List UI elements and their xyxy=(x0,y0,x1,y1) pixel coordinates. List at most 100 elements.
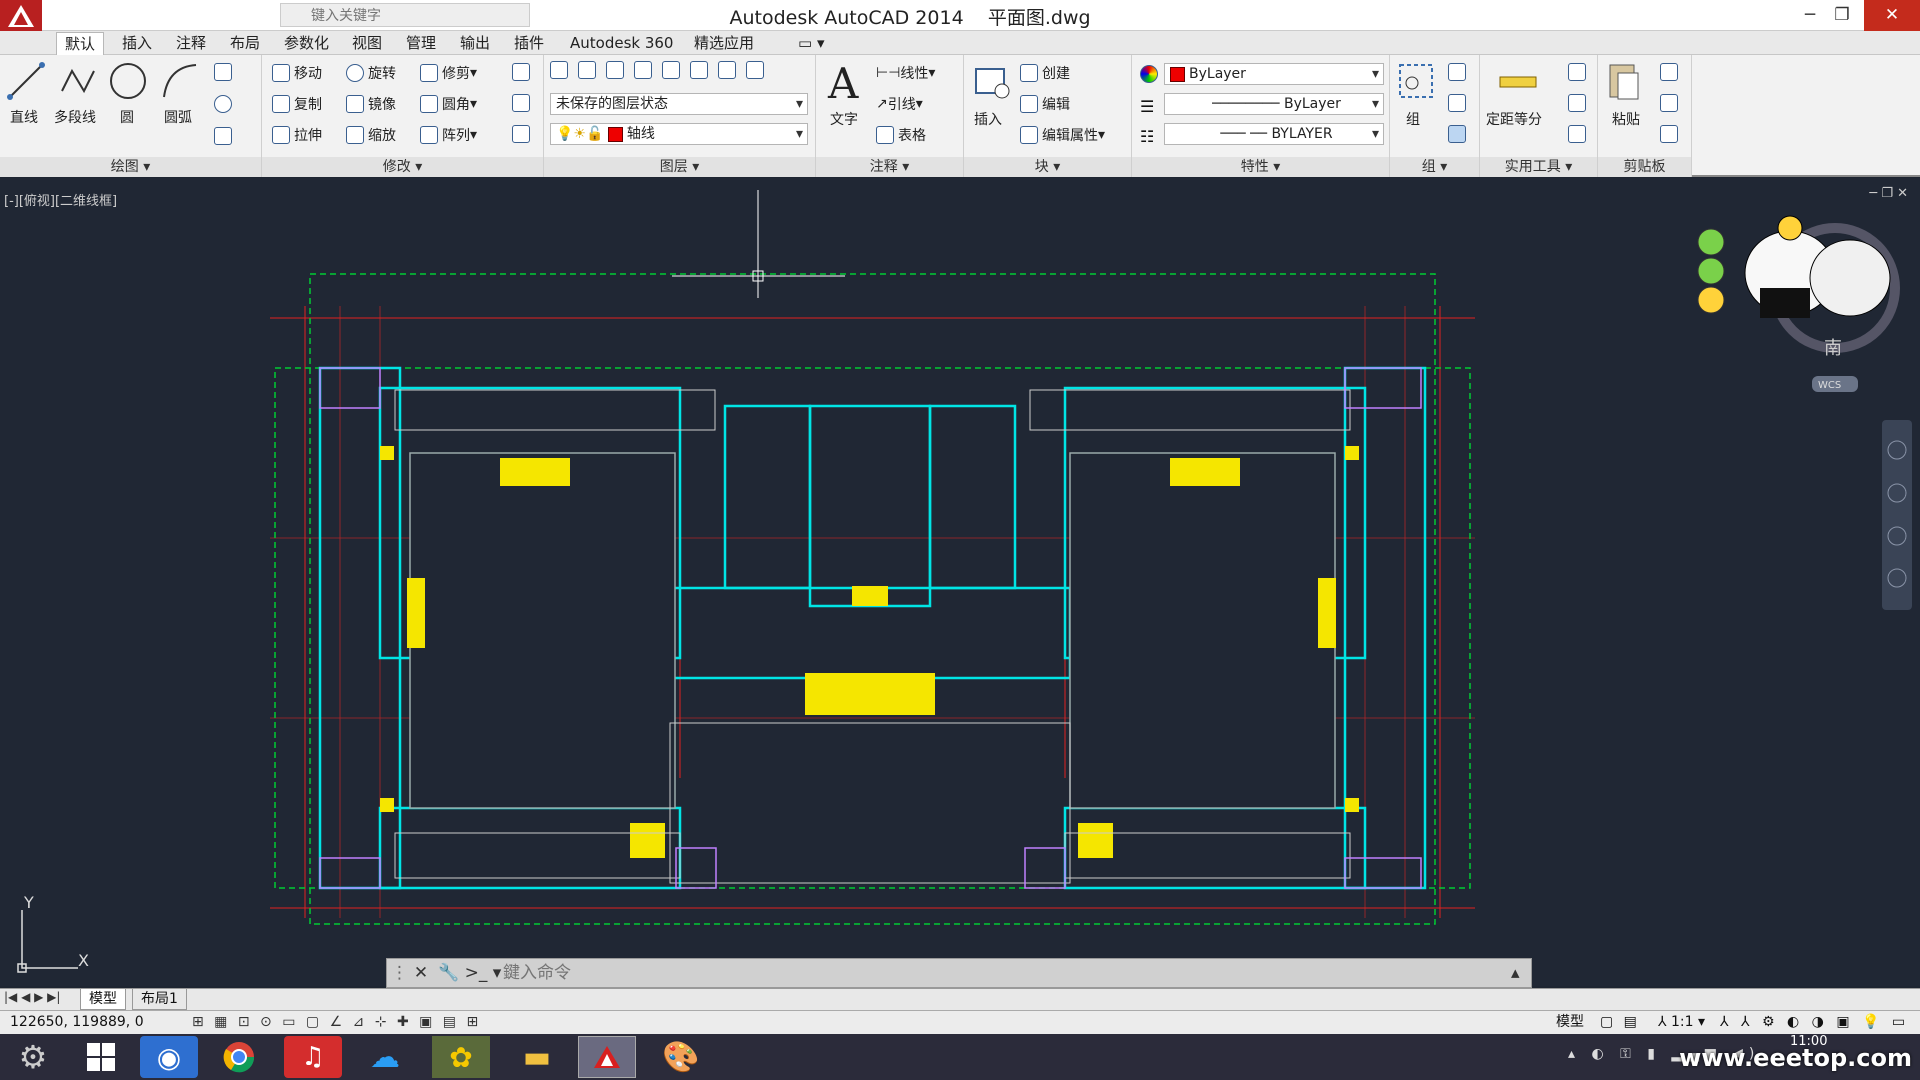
group-select-icon[interactable] xyxy=(1448,125,1466,143)
command-grip-icon[interactable]: ⋮ xyxy=(387,963,408,983)
linetype-dropdown[interactable]: ─── ── BYLAYER xyxy=(1164,123,1384,145)
color-dropdown[interactable]: ByLayer xyxy=(1164,63,1384,85)
ungroup-icon[interactable] xyxy=(1448,63,1466,81)
panel-modify-title[interactable]: 修改 ▾ xyxy=(262,157,543,177)
id-point-icon[interactable] xyxy=(1568,63,1586,81)
draw-arc-button[interactable]: 圆弧 xyxy=(164,107,192,127)
copy-button[interactable]: 复制 xyxy=(272,94,322,114)
tab-layout1[interactable]: 布局1 xyxy=(132,989,187,1010)
tab-manage[interactable]: 管理 xyxy=(398,32,444,55)
windows-start-icon[interactable] xyxy=(72,1036,130,1078)
tab-insert[interactable]: 插入 xyxy=(114,32,160,55)
maximize-button[interactable]: ❐ xyxy=(1820,0,1864,31)
panel-clipboard-title[interactable]: 剪贴板 xyxy=(1598,157,1691,177)
layer-properties-icon[interactable] xyxy=(550,61,568,79)
music-app-icon[interactable]: ♫ xyxy=(284,1036,342,1078)
scale-button[interactable]: 缩放 xyxy=(346,125,396,145)
settings-gear-icon[interactable]: ⚙ xyxy=(4,1036,62,1078)
rotate-button[interactable]: 旋转 xyxy=(346,63,396,83)
layer-isolate-icon[interactable] xyxy=(634,61,652,79)
layout-view-icons[interactable]: ▢ ▤ xyxy=(1600,1011,1640,1033)
layer-unisolate-icon[interactable] xyxy=(662,61,680,79)
command-close-icon[interactable]: ✕ xyxy=(407,963,435,983)
tab-model[interactable]: 模型 xyxy=(80,989,126,1010)
layout-nav-arrows[interactable]: |◀ ◀ ▶ ▶| xyxy=(4,990,60,1004)
fillet-button[interactable]: 圆角 ▾ xyxy=(420,94,477,114)
paint-app-icon[interactable]: 🎨 xyxy=(652,1036,710,1078)
tab-annotate[interactable]: 注释 xyxy=(168,32,214,55)
panel-groups-title[interactable]: 组 ▾ xyxy=(1390,157,1479,177)
group-edit-icon[interactable] xyxy=(1448,94,1466,112)
panel-properties-title[interactable]: 特性 ▾ xyxy=(1132,157,1389,177)
layer-match-icon[interactable] xyxy=(578,61,596,79)
tab-view[interactable]: 视图 xyxy=(344,32,390,55)
drafting-toggles[interactable]: ⊞ ▦ ⊡ ⊙ ▭ ▢ ∠ ⊿ ⊹ ✚ ▣ ▤ ⊞ xyxy=(192,1011,481,1033)
layer-off-icon[interactable] xyxy=(718,61,736,79)
wcs-label[interactable]: WCS xyxy=(1818,380,1841,391)
move-button[interactable]: 移动 xyxy=(272,63,322,83)
command-prompt-icon[interactable]: >_ ▾ xyxy=(463,963,503,983)
layer-freeze-icon[interactable] xyxy=(690,61,708,79)
panel-block-title[interactable]: 块 ▾ xyxy=(964,157,1131,177)
offset-icon[interactable] xyxy=(512,125,530,143)
ribbon-options-icon[interactable]: ▭ ▾ xyxy=(790,32,832,55)
lineweight-dropdown[interactable]: ──────── ByLayer xyxy=(1164,93,1384,115)
command-history-icon[interactable]: ▴ xyxy=(1511,963,1531,983)
tab-featured-apps[interactable]: 精选应用 xyxy=(686,32,762,55)
title-search-input[interactable] xyxy=(280,3,530,27)
rectangle-icon[interactable] xyxy=(214,63,232,81)
command-input[interactable] xyxy=(503,963,1511,983)
match-properties-icon[interactable] xyxy=(1140,65,1158,83)
navigation-bar[interactable] xyxy=(1882,420,1912,610)
draw-circle-button[interactable]: 圆 xyxy=(120,107,134,127)
array-button[interactable]: 阵列 ▾ xyxy=(420,125,477,145)
tab-layout[interactable]: 布局 xyxy=(222,32,268,55)
stretch-button[interactable]: 拉伸 xyxy=(272,125,322,145)
panel-annotation-title[interactable]: 注释 ▾ xyxy=(816,157,963,177)
quick-select-icon[interactable] xyxy=(1568,94,1586,112)
tab-plugins[interactable]: 插件 xyxy=(506,32,552,55)
leader-button[interactable]: ↗ 引线 ▾ xyxy=(876,94,923,114)
coordinates-readout[interactable]: 122650, 119889, 0 xyxy=(10,1011,144,1033)
explode-icon[interactable] xyxy=(512,94,530,112)
file-explorer-icon[interactable]: ▬ xyxy=(508,1036,566,1078)
command-customize-icon[interactable]: 🔧 xyxy=(435,963,463,983)
trim-button[interactable]: 修剪 ▾ xyxy=(420,63,477,83)
drawing-canvas[interactable]: [-][俯视][二维线框] ─ ❐ ✕ Y X 南 WCS ⋮ ✕ 🔧 >_ ▾… xyxy=(0,178,1920,988)
calculator-icon[interactable] xyxy=(1568,125,1586,143)
table-button[interactable]: 表格 xyxy=(876,125,926,145)
match-clip-icon[interactable] xyxy=(1660,125,1678,143)
close-button[interactable]: ✕ xyxy=(1864,0,1920,31)
hatch-icon[interactable] xyxy=(214,127,232,145)
text-button[interactable]: 文字 xyxy=(830,109,858,129)
tab-output[interactable]: 输出 xyxy=(452,32,498,55)
paste-button[interactable]: 粘贴 xyxy=(1612,109,1640,129)
annotation-scale[interactable]: ⅄ 1:1 ▾ xyxy=(1658,1011,1705,1033)
create-block-button[interactable]: 创建 xyxy=(1020,63,1070,83)
chat-app-icon[interactable]: ◉ xyxy=(140,1036,198,1078)
edit-block-button[interactable]: 编辑 xyxy=(1020,94,1070,114)
insert-button[interactable]: 插入 xyxy=(974,109,1002,129)
measure-button[interactable]: 定距等分 xyxy=(1486,109,1542,129)
layer-lock-icon[interactable] xyxy=(746,61,764,79)
cut-icon[interactable] xyxy=(1660,63,1678,81)
panel-utilities-title[interactable]: 实用工具 ▾ xyxy=(1480,157,1597,177)
linear-dimension-button[interactable]: ⊢⊣ 线性 ▾ xyxy=(876,63,935,83)
erase-icon[interactable] xyxy=(512,63,530,81)
draw-polyline-button[interactable]: 多段线 xyxy=(54,107,96,127)
draw-line-button[interactable]: 直线 xyxy=(10,107,38,127)
layer-state-dropdown[interactable]: 未保存的图层状态 xyxy=(550,93,808,115)
copy-clip-icon[interactable] xyxy=(1660,94,1678,112)
current-layer-dropdown[interactable]: 💡☀🔓 轴线 xyxy=(550,123,808,145)
model-space-button[interactable]: 模型 xyxy=(1556,1011,1584,1033)
chrome-icon[interactable] xyxy=(210,1036,268,1078)
panel-layers-title[interactable]: 图层 ▾ xyxy=(544,157,815,177)
mirror-button[interactable]: 镜像 xyxy=(346,94,396,114)
photo-app-icon[interactable]: ✿ xyxy=(432,1036,490,1078)
edit-attributes-button[interactable]: 编辑属性 ▾ xyxy=(1020,125,1105,145)
cloud-app-icon[interactable]: ☁ xyxy=(356,1036,414,1078)
tab-parametric[interactable]: 参数化 xyxy=(276,32,337,55)
application-menu-button[interactable] xyxy=(0,0,42,31)
tab-default[interactable]: 默认 xyxy=(56,32,105,55)
tab-autodesk360[interactable]: Autodesk 360 xyxy=(562,32,681,55)
